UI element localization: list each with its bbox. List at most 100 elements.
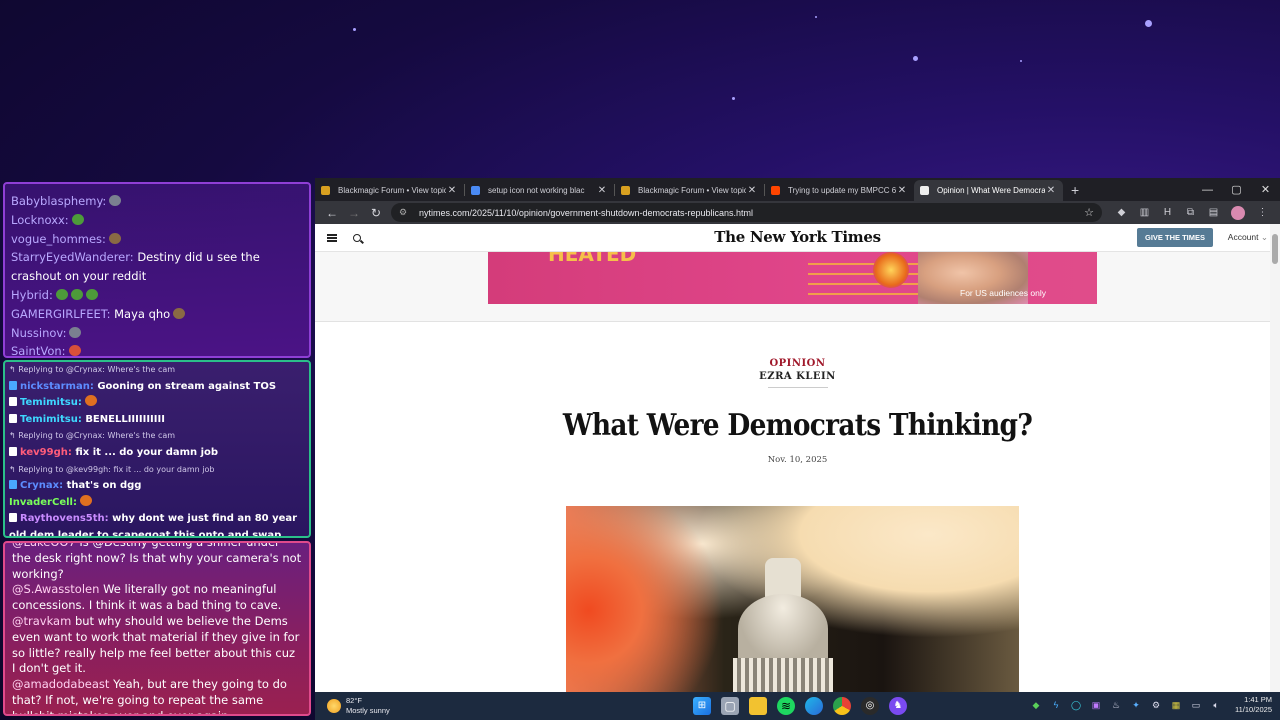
chrome-icon[interactable] [833, 697, 851, 715]
chat-username[interactable]: @LukeOO7 [12, 543, 76, 549]
url-text: nytimes.com/2025/11/10/opinion/governmen… [419, 207, 754, 218]
chat-username[interactable]: Babyblasphemy: [11, 194, 106, 208]
browser-tab[interactable]: Trying to update my BMPCC 6K ✕ [765, 180, 914, 201]
tray-app-icon[interactable]: ▣ [1089, 700, 1103, 711]
tab-title: Trying to update my BMPCC 6K [788, 186, 896, 195]
page-scrollbar[interactable] [1270, 224, 1280, 692]
chat-username[interactable]: StarryEyedWanderer: [11, 250, 134, 264]
chat-username[interactable]: InvaderCell: [9, 497, 77, 508]
task-view-icon[interactable]: ▢ [721, 697, 739, 715]
scrollbar-thumb[interactable] [1272, 234, 1278, 264]
tab-close-icon[interactable]: ✕ [896, 185, 908, 196]
emote-icon [109, 195, 122, 206]
volume-icon[interactable]: 🔈︎ [1209, 700, 1223, 711]
user-badge-icon [9, 413, 17, 423]
tray-amd-icon[interactable]: ▦ [1169, 700, 1183, 711]
chat-username[interactable]: SaintVon: [11, 344, 66, 356]
steam-icon[interactable]: ♨ [1109, 700, 1123, 711]
obs-icon[interactable]: ◎ [861, 697, 879, 715]
weather-widget[interactable]: 82°F Mostly sunny [327, 696, 390, 716]
url-field[interactable]: ⚙ nytimes.com/2025/11/10/opinion/governm… [391, 203, 1102, 222]
new-tab-icon[interactable]: + [1071, 182, 1079, 198]
chat-username[interactable]: Nussinov: [11, 326, 66, 340]
tray-settings-icon[interactable]: ⚙ [1149, 700, 1163, 711]
chat-username[interactable]: @amadodabeast [12, 677, 109, 691]
tab-close-icon[interactable]: ✕ [596, 185, 608, 196]
menu-kebab-icon[interactable]: ⋮ [1251, 207, 1274, 218]
byline[interactable]: EZRA KLEIN [315, 371, 1280, 382]
chat-username[interactable]: Temimitsu: [20, 397, 82, 408]
tab-close-icon[interactable]: ✕ [446, 185, 458, 196]
chat-panel-tertiary: @LukeOO7 Is @Destiny getting a shiner un… [3, 541, 311, 716]
forward-icon[interactable]: → [343, 206, 365, 220]
tray-bird-icon[interactable]: ✦ [1129, 700, 1143, 711]
tab-favicon-icon [471, 186, 480, 195]
close-window-icon[interactable]: ✕ [1251, 183, 1280, 196]
address-bar: ← → ↻ ⚙ nytimes.com/2025/11/10/opinion/g… [315, 201, 1280, 224]
byline-divider [767, 387, 828, 388]
maximize-icon[interactable]: ▢ [1222, 183, 1251, 196]
chat-message: vogue_hommes: [11, 230, 303, 249]
extensions-puzzle-icon[interactable]: ⧉ [1179, 207, 1202, 218]
advertisement-banner[interactable]: HEATED For US audiences only [488, 252, 1097, 304]
tray-leaf-icon[interactable]: ◆ [1029, 700, 1043, 711]
tab-title: Blackmagic Forum • View topic [638, 186, 746, 195]
reply-context: ↰ Replying to @Crynax: Where's the cam [9, 365, 176, 374]
webpage: The New York Times GIVE THE TIMES Accoun… [315, 224, 1280, 692]
system-tray: ◆ ϟ ◯ ▣ ♨ ✦ ⚙ ▦ ▭ 🔈︎ 1:41 PM 11/10/2025 [1029, 695, 1272, 715]
chat-username[interactable]: vogue_hommes: [11, 232, 106, 246]
chat-username[interactable]: Hybrid: [11, 288, 53, 302]
chat-username[interactable]: Temimitsu: [20, 414, 82, 425]
chat-text: BENELLIIIIIIIIII [85, 413, 165, 425]
section-kicker[interactable]: OPINION [315, 358, 1280, 369]
chat-username[interactable]: @S.Awasstolen [12, 582, 99, 596]
background-star [1020, 60, 1022, 62]
browser-tab[interactable]: setup icon not working blac ✕ [465, 180, 614, 201]
extension-trash-icon[interactable]: ▥ [1133, 207, 1156, 218]
hamburger-menu-icon[interactable] [327, 233, 337, 242]
tray-ring-icon[interactable]: ◯ [1069, 700, 1083, 711]
nyt-logo[interactable]: The New York Times [714, 228, 881, 246]
tab-close-icon[interactable]: ✕ [1045, 185, 1057, 196]
profile-avatar[interactable] [1231, 205, 1245, 220]
chat-username[interactable]: Crynax: [20, 480, 63, 491]
spotify-icon[interactable]: ≋ [777, 697, 795, 715]
give-the-times-button[interactable]: GIVE THE TIMES [1136, 228, 1213, 247]
chat-message: Hybrid: [11, 286, 303, 305]
back-icon[interactable]: ← [321, 206, 343, 220]
browser-tab[interactable]: Blackmagic Forum • View topic ✕ [315, 180, 464, 201]
weather-condition: Mostly sunny [346, 706, 390, 715]
purple-app-icon[interactable]: ♞ [889, 697, 907, 715]
chat-username[interactable]: Raythovens5th: [20, 513, 109, 524]
extension-hd-icon[interactable]: H [1156, 207, 1179, 218]
chat-username[interactable]: nickstarman: [20, 381, 94, 392]
search-icon[interactable] [353, 233, 361, 242]
browser-tab[interactable]: Blackmagic Forum • View topic ✕ [615, 180, 764, 201]
sidepanel-icon[interactable]: ▤ [1202, 207, 1225, 218]
bookmark-star-icon[interactable]: ☆ [1084, 206, 1094, 219]
network-icon[interactable]: ▭ [1189, 700, 1203, 711]
tab-close-icon[interactable]: ✕ [746, 185, 758, 196]
capitol-dome [738, 594, 828, 664]
window-controls: — ▢ ✕ [1193, 178, 1280, 201]
chat-username[interactable]: @travkam [12, 614, 71, 628]
edge-icon[interactable] [805, 697, 823, 715]
chat-username[interactable]: Locknoxx: [11, 213, 69, 227]
taskbar: 82°F Mostly sunny ⊞ ▢ ≋ ◎ ♞ ◆ ϟ ◯ ▣ ♨ ✦ … [315, 692, 1280, 720]
chat-username[interactable]: GAMERGIRLFEET: [11, 307, 110, 321]
browser-tab[interactable]: Opinion | What Were Democrats ✕ [914, 180, 1063, 201]
capitol-columns [733, 658, 833, 692]
reload-icon[interactable]: ↻ [365, 206, 387, 220]
tray-bolt-icon[interactable]: ϟ [1049, 700, 1063, 710]
chat-username[interactable]: kev99gh: [20, 447, 72, 458]
extension-tag-icon[interactable]: ◆ [1110, 207, 1133, 218]
minimize-icon[interactable]: — [1193, 184, 1222, 196]
file-explorer-icon[interactable] [749, 697, 767, 715]
start-windows-icon[interactable]: ⊞ [693, 697, 711, 715]
site-info-icon[interactable]: ⚙ [399, 207, 413, 218]
emote-icon [55, 288, 68, 300]
chat-message: @travkam but why should we believe the D… [12, 614, 302, 677]
account-menu[interactable]: Account ⌄ [1228, 232, 1268, 243]
chat-message: @amadodabeast Yeah, but are they going t… [12, 677, 302, 714]
clock[interactable]: 1:41 PM 11/10/2025 [1235, 695, 1272, 715]
